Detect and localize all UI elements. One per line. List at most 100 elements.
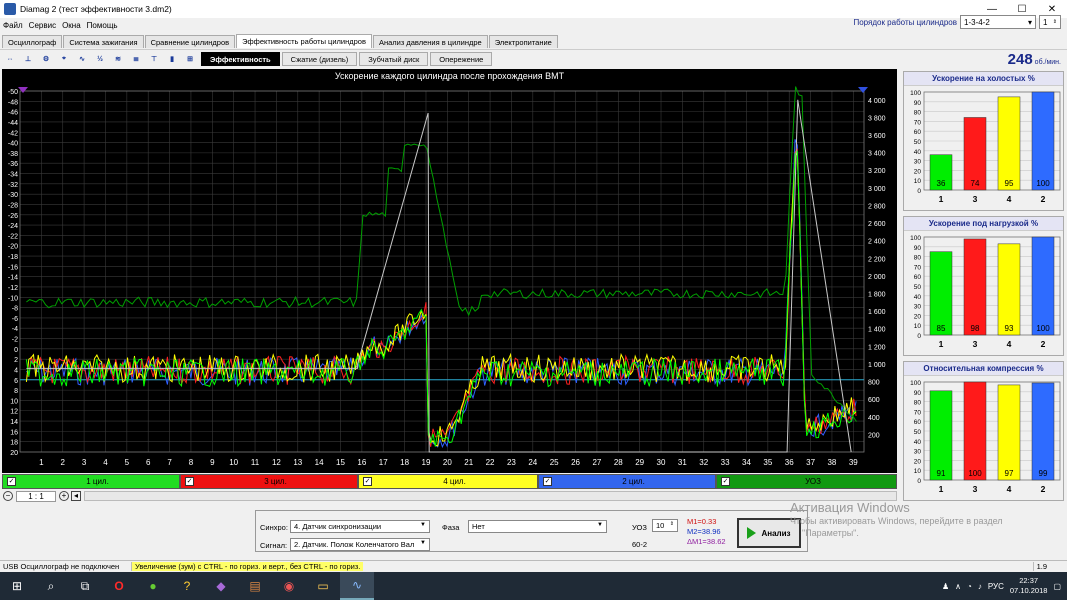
y-tick-label: 60 xyxy=(914,419,922,426)
x-tick-label: 15 xyxy=(336,458,345,467)
channel-checkbox[interactable]: ✓ xyxy=(7,477,16,486)
file-explorer-icon[interactable]: ▭ xyxy=(306,572,340,600)
network-icon[interactable]: ◔ xyxy=(967,582,972,591)
channel-checkbox[interactable]: ✓ xyxy=(721,477,730,486)
panel-relative-compression: Относительная компрессия % 0 10 20 30 40 50 60… xyxy=(903,361,1064,501)
terminal-app-icon[interactable]: ▤ xyxy=(238,572,272,600)
tab-power-supply[interactable]: Электропитание xyxy=(488,35,558,48)
people-icon[interactable]: ♟ xyxy=(942,582,949,591)
menu-service[interactable]: Сервис xyxy=(29,21,56,30)
horizontal-scrollbar[interactable] xyxy=(84,491,897,501)
maps-icon[interactable]: ◉ xyxy=(272,572,306,600)
channel-uoz[interactable]: ✓ УОЗ xyxy=(716,474,897,489)
tab-cylinder-compare[interactable]: Сравнение цилиндров xyxy=(144,35,236,48)
y-right-tick-label: 200 xyxy=(868,432,880,439)
x-tick-label: 11 xyxy=(251,458,260,467)
half-icon[interactable]: ½ xyxy=(93,52,107,66)
main-tabs: Осциллограф Система зажигания Сравнение … xyxy=(2,34,559,48)
menu-help[interactable]: Помощь xyxy=(87,21,118,30)
phase-select[interactable]: Нет ▼ xyxy=(468,520,607,533)
tab-cylinder-efficiency[interactable]: Эффективность работы цилиндров xyxy=(236,34,372,48)
series-cyl1-line xyxy=(25,150,857,447)
x-tick-label: 3 xyxy=(973,484,978,494)
sync-label: Синхро: xyxy=(260,523,288,532)
overlay-icon[interactable]: ≣ xyxy=(129,52,143,66)
rpm-display: 248 об./мин. xyxy=(1008,51,1061,68)
y-right-tick-label: 600 xyxy=(868,397,880,404)
main-chart[interactable]: 1 2 3 4 5 6 7 8 9 10 11 12 13 14 15 16 17 18 19 20 21 22 23 24 2… xyxy=(2,69,897,473)
y-left-tick-label: -38 xyxy=(8,151,18,158)
main-chart-svg[interactable]: 1 2 3 4 5 6 7 8 9 10 11 12 13 14 15 16 17 18 19 20 21 22 23 24 2… xyxy=(2,69,897,473)
y-tick-label: 10 xyxy=(914,468,922,475)
tab-oscilloscope[interactable]: Осциллограф xyxy=(2,35,63,48)
visual-studio-icon[interactable]: ◆ xyxy=(204,572,238,600)
uoz-spin[interactable]: 10 ⇕ xyxy=(652,519,678,532)
opera-icon[interactable]: O xyxy=(102,572,136,600)
help-app-icon[interactable]: ? xyxy=(170,572,204,600)
channel-checkbox[interactable]: ✓ xyxy=(185,477,194,486)
task-view-icon[interactable]: ⧉ xyxy=(68,572,102,600)
y-tick-label: 100 xyxy=(910,90,921,97)
sync-value: 4. Датчик синхронизации xyxy=(294,522,382,531)
zoom-row: − 1 : 1 + ◂ xyxy=(2,490,897,502)
x-tick-label: 3 xyxy=(82,458,87,467)
x-tick-label: 1 xyxy=(939,484,944,494)
subtab-advance[interactable]: Опережение xyxy=(430,52,493,66)
diamag-taskbar-icon[interactable]: ∿ xyxy=(340,572,374,600)
tray-expand-icon[interactable]: ∧ xyxy=(955,582,961,591)
zoom-out-button[interactable]: − xyxy=(3,491,13,501)
y-right-tick-label: 2 000 xyxy=(868,274,886,281)
phase-label: Фаза xyxy=(442,523,460,532)
clock[interactable]: 22:37 07.10.2018 xyxy=(1010,576,1048,596)
y-right-tick-label: 400 xyxy=(868,415,880,422)
clock-time: 22:37 xyxy=(1019,576,1039,585)
zoom-in-button[interactable]: + xyxy=(59,491,69,501)
tab-ignition[interactable]: Система зажигания xyxy=(63,35,144,48)
signal-select[interactable]: 2. Датчик. Полож Коленчатого Вал ▼ xyxy=(290,538,430,551)
start-icon[interactable]: ⊞ xyxy=(0,572,34,600)
settings-icon[interactable]: ⚙ xyxy=(39,52,53,66)
scroll-left-button[interactable]: ◂ xyxy=(71,491,81,501)
x-tick-label: 1 xyxy=(39,458,44,467)
channel-cyl2[interactable]: ✓ 2 цил. xyxy=(538,474,716,489)
y-right-tick-label: 2 600 xyxy=(868,221,886,228)
bars-icon[interactable]: ▮ xyxy=(165,52,179,66)
system-tray: ♟ ∧ ◔ ♪ РУС 22:37 07.10.2018 ▢ xyxy=(942,572,1067,600)
menu-windows[interactable]: Окна xyxy=(62,21,81,30)
filter-icon[interactable]: ≋ xyxy=(111,52,125,66)
subtab-compression-diesel[interactable]: Сжатие (дизель) xyxy=(281,52,358,66)
y-left-tick-label: -8 xyxy=(12,306,18,313)
channel-cyl3[interactable]: ✓ 3 цил. xyxy=(180,474,358,489)
channel-label: 4 цил. xyxy=(443,477,466,486)
bar xyxy=(1031,236,1055,336)
sync-icon[interactable]: ⊤ xyxy=(147,52,161,66)
x-tick-label: 28 xyxy=(614,458,623,467)
sync-select[interactable]: 4. Датчик синхронизации ▼ xyxy=(290,520,430,533)
notifications-icon[interactable]: ▢ xyxy=(1053,582,1061,591)
tab-pressure-analysis[interactable]: Анализ давления в цилиндре xyxy=(372,35,488,48)
subtab-gear-disk[interactable]: Зубчатый диск xyxy=(359,52,429,66)
marker-icon[interactable]: ⌖ xyxy=(57,52,71,66)
spin-arrows-icon: ⇕ xyxy=(1052,19,1057,25)
menu-file[interactable]: Файл xyxy=(3,21,23,30)
x-tick-label: 3 xyxy=(973,339,978,349)
subtab-efficiency[interactable]: Эффективность xyxy=(201,52,280,66)
language-indicator[interactable]: РУС xyxy=(988,582,1004,591)
grid-icon[interactable]: ⊞ xyxy=(183,52,197,66)
waveform-icon[interactable]: ∿ xyxy=(75,52,89,66)
volume-icon[interactable]: ♪ xyxy=(978,582,982,591)
x-tick-label: 34 xyxy=(742,458,751,467)
y-tick-label: 70 xyxy=(914,264,922,271)
cursor-icon[interactable]: ⊥ xyxy=(21,52,35,66)
cylinder-order-spin[interactable]: 1 ⇕ xyxy=(1039,15,1061,29)
channel-checkbox[interactable]: ✓ xyxy=(363,477,372,486)
utorrent-icon[interactable]: ● xyxy=(136,572,170,600)
cylinder-order-select[interactable]: 1-3-4-2 ▾ xyxy=(960,15,1036,29)
channel-cyl4[interactable]: ✓ 4 цил. xyxy=(358,474,538,489)
bar xyxy=(997,96,1021,191)
y-left-tick-label: -46 xyxy=(8,110,18,117)
channel-cyl1[interactable]: ✓ 1 цил. xyxy=(2,474,180,489)
channel-checkbox[interactable]: ✓ xyxy=(543,477,552,486)
search-icon[interactable]: ⌕ xyxy=(34,572,68,600)
zoom-fit-icon[interactable]: ⇔ xyxy=(3,52,17,66)
